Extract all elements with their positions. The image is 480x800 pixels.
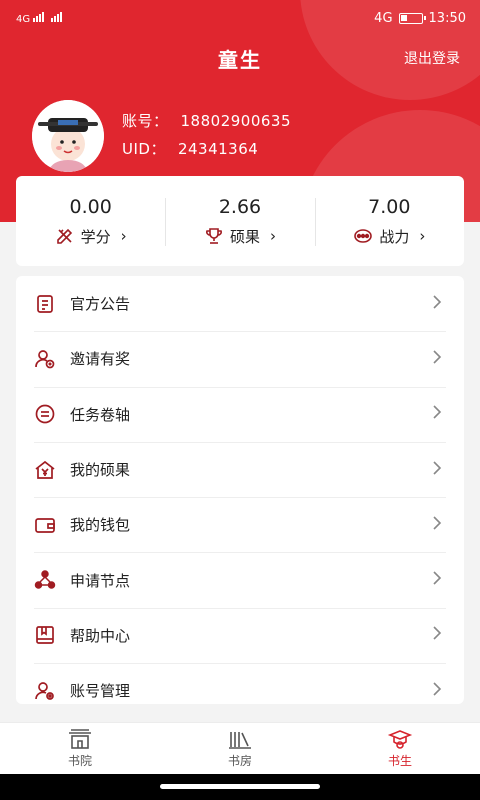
stat-value: 0.00	[69, 195, 112, 218]
chevron-right-icon	[432, 349, 442, 369]
logout-button[interactable]: 退出登录	[404, 48, 460, 68]
tab-label: 书院	[67, 754, 92, 768]
account-number-row: 账号： 18802900635	[122, 110, 291, 131]
menu-item-label: 任务卷轴	[70, 405, 131, 424]
chevron-right-icon: ›	[270, 227, 276, 245]
stat-fruits[interactable]: 2.66 硕果 ›	[165, 176, 314, 266]
signal-indicator: 4G	[16, 12, 73, 25]
menu-item-apply-node[interactable]: 申请节点	[16, 552, 464, 607]
stat-power[interactable]: 7.00 战力 ›	[314, 176, 464, 266]
stat-label: 学分	[80, 227, 111, 246]
tab-label: 书房	[227, 754, 252, 768]
account-settings-icon	[34, 680, 56, 702]
account-label: 账号：	[122, 112, 169, 130]
tab-academy[interactable]: 书院	[0, 723, 160, 774]
menu-item-label: 我的硕果	[70, 461, 131, 480]
menu-item-my-fruits[interactable]: 我的硕果	[16, 441, 464, 497]
menu-list: 官方公告 邀请有奖 任务卷轴 我的硕果 我的钱包 申请节点 帮助中心 账号管理	[16, 276, 464, 704]
chevron-right-icon	[432, 460, 442, 480]
chevron-right-icon	[432, 404, 442, 424]
uid-label: UID：	[122, 140, 166, 158]
menu-item-invite[interactable]: 邀请有奖	[16, 331, 464, 386]
chevron-right-icon	[432, 681, 442, 701]
trophy-icon	[206, 228, 222, 244]
power-icon	[354, 229, 373, 243]
clock: 13:50	[428, 11, 466, 26]
invite-icon	[34, 348, 56, 370]
signal-label: 4G	[16, 14, 31, 25]
books-icon	[229, 732, 251, 749]
account-number: 18802900635	[180, 112, 291, 130]
chevron-right-icon	[432, 570, 442, 590]
stat-value: 7.00	[368, 195, 411, 218]
uid-row: UID： 24341364	[122, 138, 258, 159]
home-indicator[interactable]	[160, 784, 320, 789]
pen-ruler-icon	[56, 228, 72, 244]
scholar-icon	[387, 730, 413, 749]
stat-label: 硕果	[229, 227, 260, 246]
status-bar: 4G 4G 13:50	[0, 8, 480, 32]
tab-label: 书生	[387, 754, 412, 768]
chevron-right-icon	[432, 294, 442, 314]
system-navigation-bar	[0, 774, 480, 800]
node-icon	[34, 569, 56, 591]
tab-study[interactable]: 书房	[160, 723, 320, 774]
chevron-right-icon	[432, 625, 442, 645]
help-book-icon	[34, 624, 56, 646]
tab-scholar[interactable]: 书生	[320, 723, 480, 774]
stat-value: 2.66	[218, 195, 262, 218]
battery-icon	[398, 13, 426, 24]
avatar[interactable]	[32, 100, 104, 172]
menu-item-tasks[interactable]: 任务卷轴	[16, 386, 464, 442]
task-icon	[34, 403, 56, 425]
menu-item-label: 帮助中心	[70, 626, 131, 645]
menu-item-account-management[interactable]: 账号管理	[16, 663, 464, 704]
menu-item-label: 邀请有奖	[70, 350, 131, 369]
uid-value: 24341364	[177, 140, 259, 158]
notice-icon	[34, 293, 56, 315]
stats-card: 0.00 学分 › 2.66 硕果 › 7.00 战力 ›	[16, 176, 464, 266]
stat-credits[interactable]: 0.00 学分 ›	[16, 176, 165, 266]
chevron-right-icon: ›	[419, 227, 426, 245]
house-yen-icon	[34, 459, 56, 481]
menu-item-label: 我的钱包	[70, 516, 131, 535]
menu-item-help-center[interactable]: 帮助中心	[16, 607, 464, 663]
network-label: 4G	[374, 11, 393, 26]
chevron-right-icon: ›	[120, 227, 127, 245]
menu-item-label: 官方公告	[70, 295, 131, 314]
signal-icon	[33, 12, 63, 22]
menu-item-label: 申请节点	[70, 571, 131, 590]
chevron-right-icon	[432, 515, 442, 535]
academy-icon	[69, 729, 91, 749]
wallet-icon	[34, 514, 56, 536]
bottom-tab-bar: 书院 书房 书生	[0, 722, 480, 774]
menu-item-label: 账号管理	[70, 682, 131, 701]
stat-label: 战力	[379, 227, 410, 246]
avatar-image	[32, 100, 104, 172]
menu-item-wallet[interactable]: 我的钱包	[16, 497, 464, 552]
menu-item-announcements[interactable]: 官方公告	[16, 276, 464, 331]
